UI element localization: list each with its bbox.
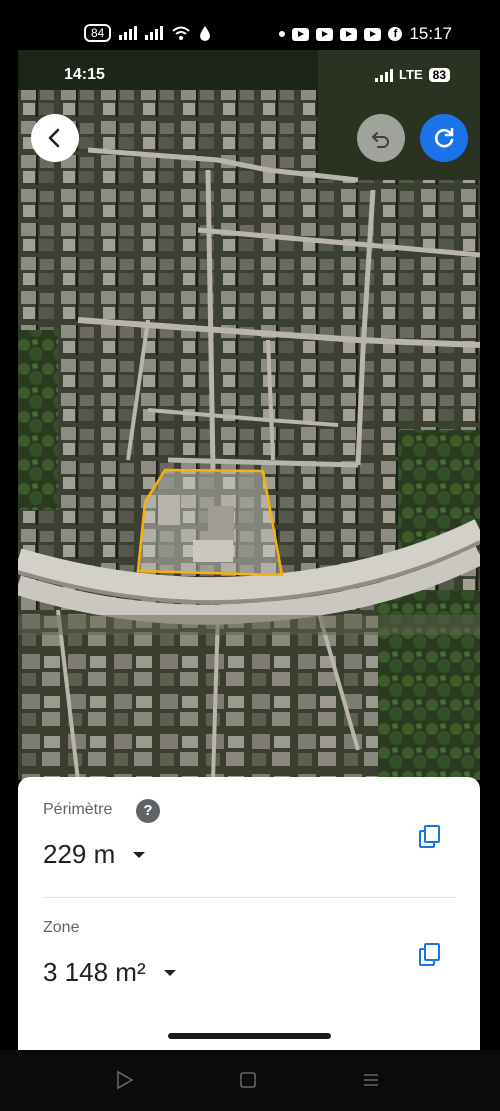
perimeter-label: Périmètre — [43, 801, 113, 818]
data-saver-icon — [200, 26, 211, 41]
screenshot-frame: 14:15 LTE 83 Périmètre ? 229 m Zone 3 14… — [18, 50, 480, 1050]
copy-area-icon[interactable] — [416, 941, 444, 969]
dropdown-caret-icon — [133, 851, 146, 858]
status-left: 84 — [84, 24, 211, 42]
youtube-icon — [292, 27, 310, 41]
inner-status-right: LTE 83 — [375, 67, 450, 82]
battery-indicator: 84 — [84, 24, 112, 42]
home-nav-icon[interactable] — [236, 1068, 260, 1092]
youtube-icon — [340, 27, 358, 41]
satellite-map[interactable] — [18, 50, 480, 780]
signal-icon-2 — [145, 26, 164, 40]
status-right: f 15:17 — [279, 24, 452, 44]
perimeter-value: 229 m — [43, 839, 116, 869]
divider — [43, 897, 455, 898]
help-icon[interactable]: ? — [136, 799, 160, 823]
youtube-icon — [316, 27, 334, 41]
redo-button[interactable] — [420, 114, 468, 162]
measurement-sheet: Périmètre ? 229 m Zone 3 148 m² — [18, 777, 480, 1050]
perimeter-value-selector[interactable]: 229 m — [43, 839, 146, 870]
youtube-icon — [364, 27, 382, 41]
clock: 15:17 — [409, 24, 452, 43]
redo-icon — [434, 127, 454, 148]
back-arrow-icon — [48, 128, 60, 148]
area-label: Zone — [43, 919, 80, 936]
dropdown-caret-icon — [163, 969, 176, 976]
area-value: 3 148 m² — [43, 957, 146, 987]
network-type: LTE — [399, 67, 423, 82]
menu-nav-icon[interactable] — [359, 1068, 383, 1092]
notification-dot-icon — [279, 31, 286, 37]
wifi-icon — [172, 26, 191, 40]
back-button[interactable] — [31, 114, 79, 162]
copy-perimeter-icon[interactable] — [416, 823, 444, 851]
signal-icon — [119, 26, 138, 40]
back-nav-icon[interactable] — [113, 1068, 137, 1092]
facebook-icon: f — [388, 27, 403, 41]
cellular-signal-icon — [375, 68, 394, 82]
inner-battery: 83 — [428, 67, 450, 82]
area-value-selector[interactable]: 3 148 m² — [43, 957, 176, 988]
system-nav-bar — [0, 1050, 500, 1111]
gesture-handle[interactable] — [168, 1033, 331, 1039]
inner-clock: 14:15 — [64, 66, 105, 83]
undo-icon — [371, 132, 389, 148]
undo-button[interactable] — [357, 114, 405, 162]
